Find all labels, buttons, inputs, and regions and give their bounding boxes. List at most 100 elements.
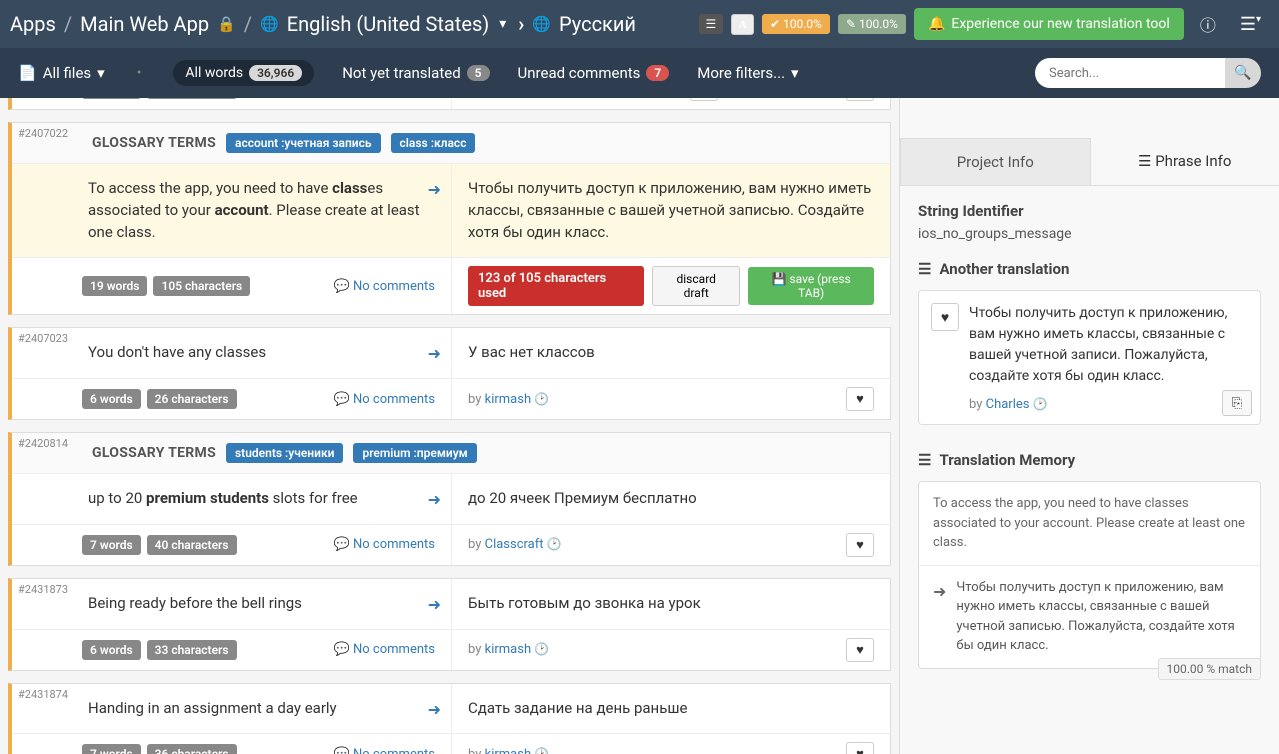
translated-by: by kirmash 🕑 [468, 747, 549, 754]
phrase-card[interactable]: #2431873Being ready before the bell ring… [8, 578, 891, 671]
phrase-body: You don't have any classes➜У вас нет кла… [12, 328, 890, 378]
target-text[interactable]: У вас нет классов [451, 328, 890, 378]
top-bar: Apps / Main Web App 🔒 / 🌐 English (Unite… [0, 0, 1279, 48]
target-language[interactable]: Русский [559, 12, 636, 36]
favorite-button[interactable]: ♥ [846, 533, 874, 557]
glossary-term[interactable]: account :учетная запись [226, 133, 381, 153]
phrase-footer-left: 7 words36 characters💬 No comments [12, 734, 451, 754]
phrase-list[interactable]: 5 words 30 characters 💬 No comments by n… [0, 98, 899, 754]
tab-phrase-info[interactable]: ☰ Phrase Info [1091, 138, 1279, 185]
string-id-section: String Identifier ios_no_groups_message … [900, 186, 1279, 685]
no-comments-link[interactable]: 💬 No comments [334, 279, 435, 294]
favorite-button[interactable]: ♡ [846, 98, 874, 101]
dot-sep: • [133, 65, 146, 81]
author-link[interactable]: Charles [986, 397, 1030, 412]
copy-to-target-icon[interactable]: ➜ [428, 488, 441, 511]
phrase-card[interactable]: #2420814GLOSSARY TERMSstudents :ученикиp… [8, 432, 891, 566]
phrase-card[interactable]: #2407022GLOSSARY TERMSaccount :учетная з… [8, 122, 891, 315]
search-button[interactable]: 🔍 [1225, 58, 1261, 88]
phrase-footer-left: 19 words105 characters💬 No comments [12, 258, 451, 314]
chevron-down-icon: ▾ [495, 16, 510, 32]
no-comments-link[interactable]: 💬 No comments [334, 747, 435, 754]
search-input[interactable] [1035, 58, 1225, 88]
another-translation-by: by Charles 🕑 [969, 397, 1248, 412]
more-filters-label: More filters... [697, 64, 785, 82]
clock-icon: 🕑 [1033, 397, 1048, 411]
phrase-body: Being ready before the bell rings➜Быть г… [12, 579, 890, 629]
favorite-button[interactable]: ♥ [846, 638, 874, 662]
copy-to-target-icon[interactable]: ➜ [428, 698, 441, 721]
glossary-term[interactable]: class :класс [391, 133, 476, 153]
search-wrap: 🔍 [1035, 58, 1261, 88]
favorite-button[interactable]: ♥ [846, 387, 874, 411]
translator-link[interactable]: Classcraft [485, 537, 544, 552]
tab-project-info[interactable]: Project Info [900, 138, 1091, 185]
chars-badge: 40 characters [147, 535, 237, 555]
target-text[interactable]: до 20 ячеек Премиум бесплатно [451, 474, 890, 524]
phrase-footer-left: 6 words33 characters💬 No comments [12, 630, 451, 670]
progress-badge-2[interactable]: ✎ 100.0% [838, 14, 906, 34]
phrase-footer-right: by kirmash 🕑♥ [451, 630, 890, 670]
phrase-card-stub[interactable]: 5 words 30 characters 💬 No comments by n… [8, 98, 891, 110]
glossary-row: GLOSSARY TERMS account :учетная запись cla… [12, 123, 890, 164]
copy-button[interactable]: ⎘ [1222, 390, 1252, 416]
glossary-label: GLOSSARY TERMS [92, 135, 216, 151]
favorite-icon[interactable]: ♥ [931, 303, 959, 331]
all-files-label: All files [43, 64, 91, 82]
new-tool-label: Experience our new translation tool [951, 16, 1169, 32]
another-translation-text: Чтобы получить доступ к приложению, вам … [969, 303, 1248, 387]
target-text[interactable]: Сдать задание на день раньше [451, 684, 890, 734]
source-language[interactable]: English (United States)▾ [287, 12, 511, 36]
phrase-footer-right: 123 of 105 characters useddiscard draft💾… [451, 258, 890, 314]
all-words-filter[interactable]: All words 36,966 [173, 60, 314, 86]
not-yet-translated-filter[interactable]: Not yet translated 5 [342, 64, 489, 82]
translator-link[interactable]: kirmash [485, 747, 532, 754]
sidebar-tabs: Project Info ☰ Phrase Info [900, 138, 1279, 186]
chars-badge: 30 characters [147, 98, 237, 99]
glossary-term[interactable]: premium :премиум [353, 443, 476, 463]
tm-target-row: ➜ Чтобы получить доступ к приложению, ва… [919, 566, 1260, 668]
copy-to-target-icon[interactable]: ➜ [428, 593, 441, 616]
all-files-filter[interactable]: 📄 All files ▾ [18, 64, 105, 82]
no-comments-link[interactable]: 💬 No comments [334, 537, 435, 552]
translator-link[interactable]: kirmash [485, 642, 532, 657]
not-yet-count: 5 [467, 65, 490, 81]
unread-comments-filter[interactable]: Unread comments 7 [518, 64, 670, 82]
progress-badge-1[interactable]: ✔ 100.0% [762, 14, 830, 34]
arrow-right-icon: › [518, 12, 524, 36]
phrase-card[interactable]: #2431874Handing in an assignment a day e… [8, 683, 891, 754]
phrase-footer-left: 6 words26 characters💬 No comments [12, 379, 451, 419]
glossary-term[interactable]: students :ученики [226, 443, 343, 463]
favorite-button[interactable]: ♥ [846, 742, 874, 754]
breadcrumb-apps[interactable]: Apps [10, 12, 56, 36]
menu-icon[interactable]: ☰▾ [1232, 14, 1269, 35]
info-icon[interactable]: ⓘ [1192, 12, 1224, 36]
view-toggle-right[interactable]: A [731, 14, 754, 35]
copy-to-target-icon[interactable]: ➜ [428, 178, 441, 201]
translator-link[interactable]: kirmash [485, 392, 532, 407]
breadcrumb-app[interactable]: Main Web App [80, 12, 209, 36]
save-button[interactable]: 💾 save (press TAB) [748, 267, 874, 305]
phrase-footer-right: by nnovikova 🕑 ▾ ♡ [451, 98, 890, 109]
no-comments-link[interactable]: 💬 No comments [334, 642, 435, 657]
target-text[interactable]: Быть готовым до звонка на урок [451, 579, 890, 629]
unread-count: 7 [646, 65, 669, 81]
dropdown-button[interactable]: ▾ [690, 98, 718, 101]
new-tool-button[interactable]: 🔔 Experience our new translation tool [914, 8, 1184, 40]
clock-icon: 🕑 [534, 747, 549, 754]
toolbar-right: ☰ A ✔ 100.0% ✎ 100.0% 🔔 Experience our n… [699, 8, 1269, 40]
phrase-id: #2420814 [18, 437, 68, 450]
copy-to-target-icon[interactable]: ➜ [428, 342, 441, 365]
globe-icon-2: 🌐 [532, 15, 551, 33]
tm-label: Translation Memory [939, 451, 1075, 469]
phrase-card[interactable]: #2407023You don't have any classes➜У вас… [8, 327, 891, 420]
no-comments-link[interactable]: 💬 No comments [334, 392, 435, 407]
discard-draft-button[interactable]: discard draft [652, 266, 740, 306]
tm-target: Чтобы получить доступ к приложению, вам … [956, 578, 1246, 656]
target-text[interactable]: Чтобы получить доступ к приложению, вам … [451, 164, 890, 257]
breadcrumb-sep: / [64, 12, 72, 36]
view-toggle-left[interactable]: ☰ [699, 14, 724, 34]
words-badge: 5 words [82, 98, 141, 99]
more-filters[interactable]: More filters... ▾ [697, 64, 798, 82]
progress-1-value: 100.0% [783, 17, 822, 31]
